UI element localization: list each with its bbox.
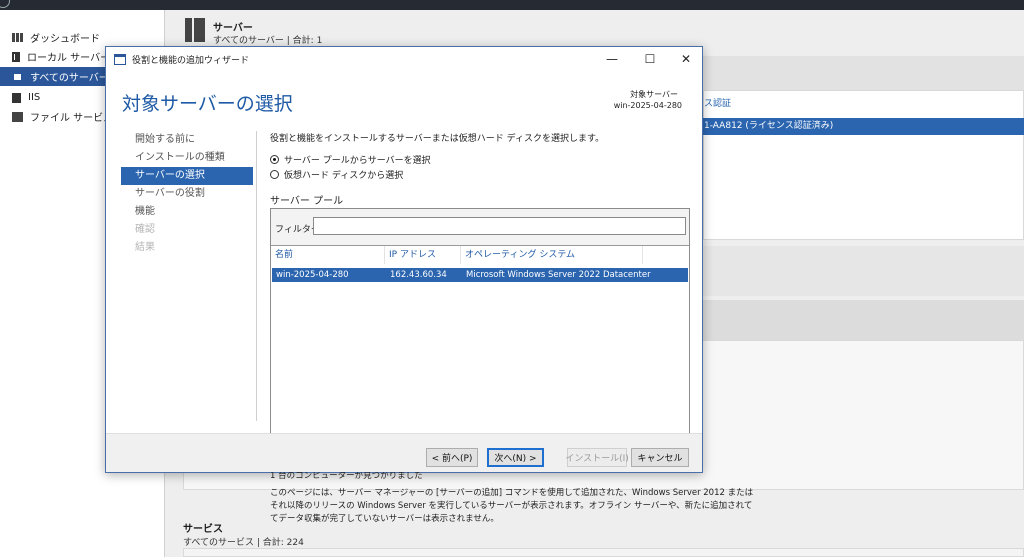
intro-text: 役割と機能をインストールするサーバーまたは仮想ハード ディスクを選択します。 (270, 134, 605, 144)
radio-server-pool-label: サーバー プールからサーバーを選択 (284, 156, 431, 166)
description-line: このページには、サーバー マネージャーの [サーバーの追加] コマンドを使用して… (270, 488, 754, 498)
server-pool-grid: 名前 IP アドレス オペレーティング システム win-2025-04-280… (271, 245, 689, 461)
server-row-activation[interactable]: 1-AA812 (ライセンス認証済み) (696, 118, 1024, 135)
sidebar-item-label: ダッシュボード (30, 34, 100, 45)
radio-server-pool[interactable]: サーバー プールからサーバーを選択 (270, 153, 431, 166)
destination-server-label: 対象サーバー (630, 90, 678, 99)
minimize-button[interactable]: — (594, 47, 630, 71)
radio-vhd-label: 仮想ハード ディスクから選択 (284, 171, 404, 181)
events-tile-header (703, 300, 1024, 340)
radio-unselected-icon (270, 170, 279, 179)
tile-header (703, 56, 1024, 90)
wizard-app-icon (114, 53, 126, 65)
nav-step-results: 結果 (135, 242, 155, 253)
nav-step-server-selection[interactable]: サーバーの選択 (121, 167, 253, 185)
services-title: サービス (183, 524, 223, 535)
row-os: Microsoft Windows Server 2022 Datacenter (466, 270, 651, 280)
row-ip: 162.43.60.34 (390, 270, 447, 280)
radio-vhd[interactable]: 仮想ハード ディスクから選択 (270, 168, 403, 181)
dashboard-icon (12, 33, 23, 42)
services-panel (183, 548, 1024, 557)
table-row[interactable]: win-2025-04-280 162.43.60.34 Microsoft W… (272, 268, 688, 282)
sidebar-item-label: すべてのサーバー (30, 73, 109, 84)
maximize-button[interactable]: ☐ (632, 47, 668, 71)
dialog-title: 役割と機能の追加ウィザード (132, 55, 250, 66)
servers-panel (703, 90, 1024, 240)
activation-column-header[interactable]: ス認証 (704, 96, 731, 109)
install-button: インストール(I) (565, 448, 629, 467)
nav-divider (256, 131, 257, 421)
radio-selected-icon (270, 155, 279, 164)
sidebar-item-dashboard[interactable]: ダッシュボード (0, 28, 165, 47)
server-manager-topbar (0, 0, 1024, 10)
iis-icon (12, 92, 21, 103)
column-header-ip[interactable]: IP アドレス (385, 246, 461, 264)
column-header-os[interactable]: オペレーティング システム (461, 246, 643, 264)
local-server-icon (12, 51, 20, 62)
nav-step-server-roles[interactable]: サーバーの役割 (121, 185, 253, 203)
row-name: win-2025-04-280 (276, 270, 349, 280)
server-pool-box: フィルター: 名前 IP アドレス オペレーティング システム win-2025… (270, 208, 690, 462)
destination-server-name: win-2025-04-280 (613, 101, 682, 110)
cancel-button[interactable]: キャンセル (631, 448, 689, 467)
nav-step-features[interactable]: 機能 (121, 203, 253, 221)
add-roles-wizard-dialog: 役割と機能の追加ウィザード — ☐ ✕ 対象サーバーの選択 対象サーバー win… (105, 46, 753, 524)
description-line: てデータ収集が完了していないサーバーは表示されません。 (270, 514, 499, 524)
wizard-steps-nav: 開始する前に インストールの種類 サーバーの選択 サーバーの役割 機能 確認 結… (121, 131, 253, 257)
sidebar-item-label: IIS (28, 92, 41, 103)
servers-subtitle: すべてのサーバー | 合計: 1 (213, 36, 323, 46)
events-tile (703, 246, 1024, 296)
description-text: このページには、サーバー マネージャーの [サーバーの追加] コマンドを使用して… (270, 487, 754, 526)
file-services-icon (12, 111, 23, 122)
filter-input[interactable] (313, 217, 686, 235)
previous-button[interactable]: < 前へ(P) (426, 448, 478, 467)
servers-title: サーバー (213, 23, 253, 34)
all-servers-icon (12, 71, 23, 82)
nav-step-before-you-begin[interactable]: 開始する前に (121, 131, 253, 149)
next-button[interactable]: 次へ(N) > (487, 448, 544, 467)
back-icon[interactable] (0, 0, 10, 8)
close-button[interactable]: ✕ (668, 47, 704, 71)
nav-step-confirmation: 確認 (135, 224, 155, 235)
sidebar-item-label: ローカル サーバー (27, 53, 111, 64)
dialog-footer: < 前へ(P) 次へ(N) > インストール(I) キャンセル (106, 433, 702, 472)
description-line: それ以降のリリースの Windows Server を実行しているサーバーが表示… (270, 501, 753, 511)
services-subtitle: すべてのサービス | 合計: 224 (183, 538, 304, 548)
nav-step-installation-type[interactable]: インストールの種類 (121, 149, 253, 167)
page-title: 対象サーバーの選択 (122, 93, 293, 115)
servers-icon (185, 18, 205, 42)
column-header-name[interactable]: 名前 (271, 246, 385, 264)
server-pool-title: サーバー プール (270, 196, 344, 207)
